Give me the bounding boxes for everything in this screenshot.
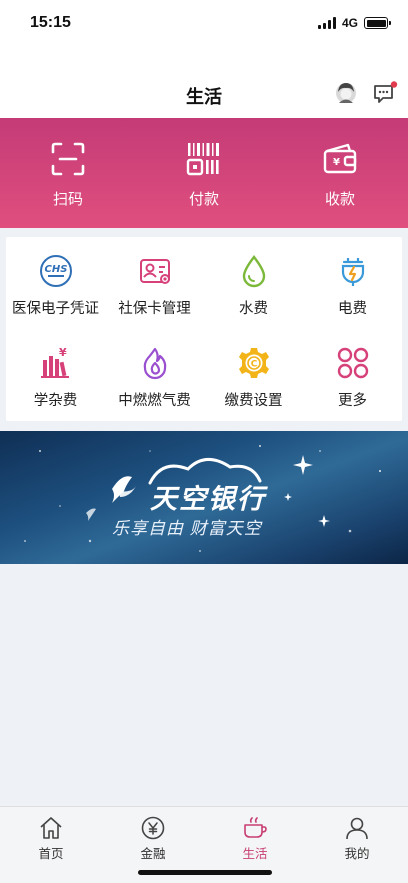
service-electricity[interactable]: 电费 <box>303 237 402 329</box>
service-label: 电费 <box>338 301 367 317</box>
profile-icon <box>346 817 368 840</box>
receive-label: 收款 <box>324 191 355 208</box>
status-bar: 15:15 4G <box>0 0 408 50</box>
scan-button[interactable]: 扫码 <box>0 118 136 228</box>
pay-label: 付款 <box>188 191 219 208</box>
tab-label: 生活 <box>242 847 268 861</box>
service-label: 更多 <box>338 393 367 409</box>
svg-text:C: C <box>250 360 257 370</box>
svg-text:CHS: CHS <box>44 264 67 275</box>
service-label: 社保卡管理 <box>118 301 191 317</box>
banner-title: 天空银行 <box>150 484 266 514</box>
service-label: 医保电子凭证 <box>12 301 99 317</box>
finance-yuan-icon <box>141 816 165 840</box>
tab-label: 我的 <box>344 847 370 861</box>
message-icon[interactable] <box>372 80 398 106</box>
wallet-icon: ¥ <box>323 143 357 174</box>
scan-icon <box>51 142 85 176</box>
tab-profile[interactable]: 我的 <box>306 807 408 883</box>
electricity-icon <box>341 258 364 286</box>
avatar-icon[interactable] <box>334 80 358 106</box>
quick-actions-panel: 扫码 付款 ¥ 收款 <box>0 118 408 228</box>
service-water[interactable]: 水费 <box>204 237 303 329</box>
service-gas[interactable]: 中燃燃气费 <box>105 329 204 421</box>
banner-slogan: 乐享自由 财富天空 <box>112 519 262 538</box>
battery-icon <box>364 17 391 29</box>
pay-code-icon <box>186 143 219 176</box>
service-medical-insurance[interactable]: CHS 医保电子凭证 <box>6 237 105 329</box>
promo-banner[interactable]: 天空银行 乐享自由 财富天空 <box>0 431 408 564</box>
svg-text:¥: ¥ <box>59 346 67 359</box>
status-time: 15:15 <box>30 14 71 31</box>
service-label: 水费 <box>239 301 268 317</box>
tab-label: 金融 <box>140 847 166 861</box>
water-drop-icon <box>242 255 265 288</box>
network-type: 4G <box>341 16 358 30</box>
service-social-security-card[interactable]: 社保卡管理 <box>105 237 204 329</box>
gear-settings-icon: C <box>238 348 269 378</box>
service-label: 缴费设置 <box>224 393 283 409</box>
pay-button[interactable]: 付款 <box>136 118 272 228</box>
service-label: 中燃燃气费 <box>118 393 191 409</box>
nav-bar: 生活 <box>0 50 408 118</box>
tab-label: 首页 <box>38 847 64 861</box>
svg-text:¥: ¥ <box>333 157 340 168</box>
services-grid: CHS 医保电子凭证 社保卡管理 水费 电费 ¥ 学杂费 中燃燃气费 C 缴费设… <box>6 237 402 421</box>
social-security-card-icon <box>139 259 170 284</box>
service-label: 学杂费 <box>33 393 78 409</box>
home-indicator <box>138 870 272 875</box>
service-payment-settings[interactable]: C 缴费设置 <box>204 329 303 421</box>
receive-button[interactable]: ¥ 收款 <box>272 118 408 228</box>
home-icon <box>40 817 62 839</box>
chs-medical-insurance-icon: CHS <box>39 255 72 287</box>
books-tuition-icon: ¥ <box>40 346 69 378</box>
life-cup-icon <box>244 817 267 838</box>
scan-label: 扫码 <box>52 191 83 208</box>
gas-flame-icon <box>143 347 166 380</box>
tab-home[interactable]: 首页 <box>0 807 102 883</box>
service-more[interactable]: 更多 <box>303 329 402 421</box>
status-indicators: 4G <box>317 16 391 30</box>
service-tuition[interactable]: ¥ 学杂费 <box>6 329 105 421</box>
more-grid-icon <box>337 347 368 379</box>
signal-icon <box>317 17 336 29</box>
